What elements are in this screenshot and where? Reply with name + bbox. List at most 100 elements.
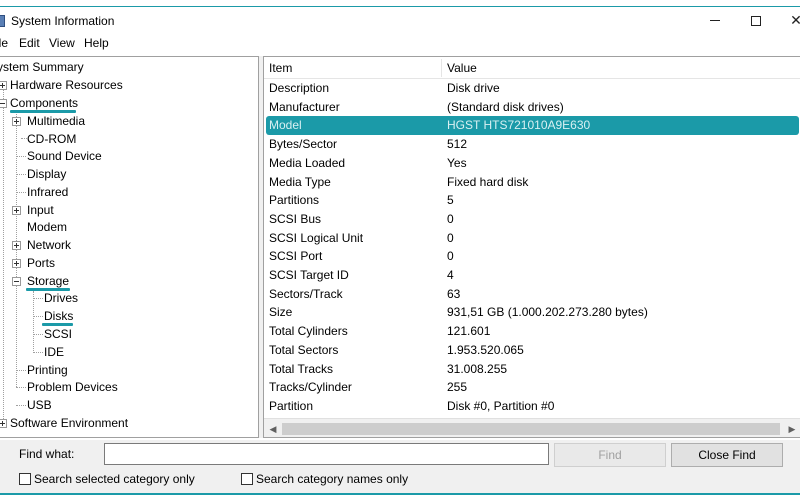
list-row[interactable]: Total Cylinders 121.601 bbox=[264, 322, 800, 341]
row-value: 121.601 bbox=[447, 324, 491, 339]
close-window-button[interactable]: ✕ bbox=[776, 7, 800, 34]
find-what-label: Find what: bbox=[19, 447, 75, 461]
expand-icon[interactable] bbox=[12, 206, 21, 215]
list-row[interactable]: Partition Disk #0, Partition #0 bbox=[264, 397, 800, 416]
tree-item-label: Problem Devices bbox=[27, 380, 118, 394]
list-row[interactable]: SCSI Port 0 bbox=[264, 247, 800, 266]
category-tree[interactable]: ystem Summary Hardware Resources Compone… bbox=[0, 56, 259, 438]
row-value: Disk #0, Partition #0 bbox=[447, 398, 555, 413]
row-item: Manufacturer bbox=[269, 99, 340, 114]
row-item: SCSI Bus bbox=[269, 211, 322, 226]
horizontal-scrollbar[interactable]: ◀ ▶ bbox=[264, 418, 800, 437]
list-row[interactable]: Bytes/Sector 512 bbox=[264, 135, 800, 154]
list-row[interactable]: SCSI Logical Unit 0 bbox=[264, 229, 800, 248]
row-item: Model bbox=[269, 118, 302, 133]
column-header-item[interactable]: Item bbox=[269, 61, 292, 75]
minimize-button[interactable] bbox=[695, 7, 735, 34]
tree-connector bbox=[3, 85, 4, 423]
menu-file[interactable]: ile bbox=[0, 36, 8, 50]
row-value: 931,51 GB (1.000.202.273.280 bytes) bbox=[447, 305, 648, 320]
tree-connector bbox=[16, 156, 26, 157]
row-item: Total Tracks bbox=[269, 361, 334, 376]
collapse-icon[interactable] bbox=[12, 277, 21, 286]
list-row[interactable]: Tracks/Cylinder 255 bbox=[264, 378, 800, 397]
collapse-icon[interactable] bbox=[0, 99, 7, 108]
details-list[interactable]: Item Value Description Disk drive Manufac… bbox=[263, 56, 800, 438]
tree-item-label: ystem Summary bbox=[0, 60, 84, 74]
close-find-button[interactable]: Close Find bbox=[671, 443, 783, 467]
checkbox-icon[interactable] bbox=[19, 473, 31, 485]
tree-connector bbox=[33, 352, 43, 353]
column-divider[interactable] bbox=[441, 59, 442, 77]
minimize-icon bbox=[710, 20, 720, 21]
tree-item-label: Modem bbox=[27, 220, 68, 234]
checkbox-icon[interactable] bbox=[241, 473, 253, 485]
row-value: Disk drive bbox=[447, 81, 500, 95]
row-value: 0 bbox=[447, 249, 454, 264]
menu-view[interactable]: View bbox=[49, 36, 75, 50]
menu-edit[interactable]: Edit bbox=[19, 36, 40, 50]
scroll-left-icon[interactable]: ◀ bbox=[266, 422, 280, 436]
tree-connector bbox=[16, 174, 26, 175]
title-bar: System Information ✕ bbox=[0, 7, 800, 34]
row-value: (Standard disk drives) bbox=[447, 99, 564, 114]
row-item: Total Cylinders bbox=[269, 324, 348, 339]
row-item: Sectors/Track bbox=[269, 286, 343, 301]
search-category-names-checkbox[interactable]: Search category names only bbox=[241, 472, 421, 488]
tree-connector bbox=[16, 387, 26, 388]
tree-connector bbox=[33, 316, 43, 317]
expand-icon[interactable] bbox=[12, 241, 21, 250]
tree-item-label: Display bbox=[27, 167, 67, 181]
list-row[interactable]: Description Disk drive bbox=[264, 79, 800, 98]
list-row[interactable]: SCSI Target ID 4 bbox=[264, 266, 800, 285]
column-header-value[interactable]: Value bbox=[447, 61, 477, 75]
row-value: 512 bbox=[447, 137, 468, 152]
find-what-input[interactable] bbox=[104, 443, 549, 465]
row-item: Tracks/Cylinder bbox=[269, 380, 352, 395]
search-selected-category-checkbox[interactable]: Search selected category only bbox=[19, 472, 199, 488]
tree-item-label: IDE bbox=[44, 345, 65, 359]
tree-item-label: Multimedia bbox=[27, 114, 86, 128]
row-item: Description bbox=[269, 81, 330, 95]
row-value: 0 bbox=[447, 211, 454, 226]
list-row[interactable]: Manufacturer (Standard disk drives) bbox=[264, 98, 800, 117]
list-row[interactable]: Total Tracks 31.008.255 bbox=[264, 360, 800, 379]
tree-item-label: Infrared bbox=[27, 185, 69, 199]
tree-connector bbox=[16, 192, 26, 193]
close-icon: ✕ bbox=[790, 12, 800, 28]
row-value: 5 bbox=[447, 193, 454, 208]
menu-help[interactable]: Help bbox=[84, 36, 109, 50]
list-row[interactable]: Media Type Fixed hard disk bbox=[264, 173, 800, 192]
list-row-selected[interactable]: Model HGST HTS721010A9E630 bbox=[266, 116, 799, 136]
row-value: 4 bbox=[447, 268, 454, 282]
list-row[interactable]: Size 931,51 GB (1.000.202.273.280 bytes) bbox=[264, 303, 800, 322]
window-title: System Information bbox=[11, 14, 115, 28]
find-button[interactable]: Find bbox=[554, 443, 666, 467]
expand-icon[interactable] bbox=[0, 419, 7, 428]
tree-item-label: CD-ROM bbox=[27, 132, 77, 146]
tree-item-label: Ports bbox=[27, 256, 56, 270]
expand-icon[interactable] bbox=[0, 81, 7, 90]
list-row[interactable]: Total Sectors 1.953.520.065 bbox=[264, 341, 800, 360]
scroll-right-icon[interactable]: ▶ bbox=[785, 422, 799, 436]
expand-icon[interactable] bbox=[12, 117, 21, 126]
maximize-button[interactable] bbox=[736, 7, 776, 34]
row-item: Media Type bbox=[269, 174, 331, 189]
row-value: 1.953.520.065 bbox=[447, 342, 524, 357]
list-row[interactable]: Media Loaded Yes bbox=[264, 154, 800, 173]
row-item: SCSI Target ID bbox=[269, 268, 349, 282]
tree-item-label: Sound Device bbox=[27, 149, 102, 163]
tree-item-label: Network bbox=[27, 238, 72, 252]
expand-icon[interactable] bbox=[12, 259, 21, 268]
row-item: Partition bbox=[269, 398, 314, 413]
list-row[interactable]: Partitions 5 bbox=[264, 191, 800, 210]
list-row[interactable]: Sectors/Track 63 bbox=[264, 285, 800, 304]
row-item: Partitions bbox=[269, 193, 320, 208]
tree-item-label: SCSI bbox=[44, 327, 73, 341]
tree-item-label: Drives bbox=[44, 291, 79, 305]
row-value: 255 bbox=[447, 380, 468, 395]
list-row[interactable]: SCSI Bus 0 bbox=[264, 210, 800, 229]
row-value: 63 bbox=[447, 286, 461, 301]
scrollbar-thumb[interactable] bbox=[282, 423, 780, 435]
tree-connector bbox=[16, 370, 26, 371]
